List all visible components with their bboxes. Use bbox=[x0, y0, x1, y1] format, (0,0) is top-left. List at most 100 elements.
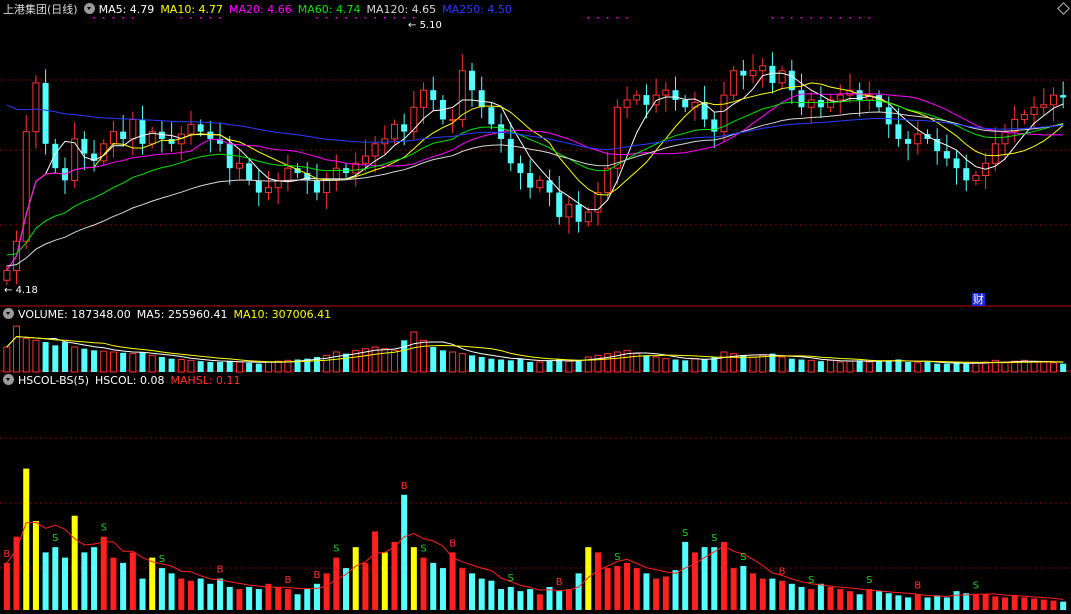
candle-body bbox=[527, 173, 534, 188]
indicator-panel[interactable]: B S S S B B B S B S B S B S S S S B S S B S bbox=[3, 468, 1067, 610]
volume-bar bbox=[953, 362, 960, 372]
volume-bar bbox=[672, 359, 679, 372]
volume-bar bbox=[905, 362, 912, 372]
candle-body bbox=[565, 204, 573, 218]
finance-badge[interactable]: 财 bbox=[972, 293, 985, 306]
volume-bar bbox=[81, 348, 88, 372]
candle-body bbox=[381, 138, 389, 145]
hscol-bar bbox=[1011, 595, 1018, 610]
candle-body bbox=[187, 123, 195, 135]
candle-body bbox=[1011, 118, 1019, 133]
hscol-bar bbox=[323, 573, 330, 610]
candle-body bbox=[701, 102, 708, 120]
settings-dropdown-icon[interactable] bbox=[83, 3, 95, 14]
volume-bar bbox=[430, 347, 437, 372]
volume-bar bbox=[120, 352, 127, 372]
indicator-dropdown-icon[interactable] bbox=[3, 374, 14, 385]
candle-body bbox=[313, 180, 320, 193]
hscol-bar bbox=[662, 576, 669, 610]
candle-body bbox=[139, 119, 146, 144]
ma-line bbox=[6, 104, 1064, 151]
chart-title: 上港集团(日线) bbox=[3, 3, 78, 16]
volume-dropdown-icon[interactable] bbox=[3, 308, 14, 319]
signal-dot bbox=[219, 17, 221, 19]
volume-bar bbox=[652, 356, 660, 373]
candle-body bbox=[643, 95, 650, 105]
candle-body bbox=[168, 138, 175, 144]
hscol-bar bbox=[246, 586, 253, 610]
hscol-bar bbox=[52, 547, 59, 610]
buy-marker: B bbox=[3, 549, 10, 560]
grid-lines bbox=[0, 79, 1071, 569]
candle-body bbox=[740, 70, 747, 76]
volume-bar bbox=[963, 363, 970, 372]
hscol-bar bbox=[924, 597, 931, 610]
candle-body bbox=[584, 211, 592, 223]
candle-body bbox=[536, 179, 544, 189]
candle-body bbox=[769, 65, 776, 83]
signal-dot bbox=[199, 17, 202, 19]
hscol-bar bbox=[391, 541, 398, 610]
volume-bar bbox=[759, 354, 767, 373]
candle-body bbox=[246, 163, 253, 181]
hscol-bar bbox=[837, 589, 844, 610]
hscol-bar bbox=[139, 578, 146, 610]
signal-dot bbox=[606, 17, 609, 19]
volume-bar bbox=[158, 357, 165, 372]
hscol-bar bbox=[1021, 597, 1028, 610]
ma-line bbox=[6, 82, 1064, 271]
candle-body bbox=[488, 107, 495, 125]
hscol-bar bbox=[275, 586, 282, 610]
hscol-bar bbox=[565, 589, 572, 610]
candle-body bbox=[895, 124, 902, 139]
price-panel[interactable] bbox=[3, 17, 1067, 286]
volume-bar bbox=[100, 350, 108, 373]
volume-bar bbox=[682, 360, 689, 372]
candle-body bbox=[623, 99, 631, 108]
candle-body bbox=[662, 89, 670, 96]
hscol-bar bbox=[914, 594, 921, 610]
volume-bar bbox=[798, 359, 805, 372]
candle-body bbox=[836, 94, 844, 101]
hscol-bar bbox=[187, 580, 194, 610]
ma-legend-item: MA60: 4.74 bbox=[297, 3, 361, 16]
hscol-bar bbox=[788, 583, 795, 610]
signal-dot bbox=[209, 17, 212, 19]
hscol-bar bbox=[333, 557, 340, 610]
volume-bar bbox=[410, 331, 418, 373]
candle-body bbox=[963, 168, 970, 181]
volume-bar bbox=[71, 346, 79, 373]
candle-body bbox=[1020, 114, 1028, 120]
signal-dot bbox=[791, 17, 793, 19]
signal-dot bbox=[626, 17, 628, 19]
hscol-bar bbox=[469, 573, 476, 610]
candle-body bbox=[207, 131, 214, 139]
signal-dot bbox=[112, 17, 115, 19]
hscol-bar bbox=[730, 568, 737, 610]
volume-panel[interactable] bbox=[3, 325, 1067, 373]
volume-bar bbox=[527, 362, 534, 372]
volume-bar bbox=[556, 359, 563, 372]
sell-marker: S bbox=[682, 528, 688, 539]
volume-bar bbox=[807, 359, 815, 373]
indicator-header: HSCOL-BS(5) HSCOL: 0.08 MAHSL: 0.11 bbox=[3, 374, 247, 388]
buy-marker: B bbox=[556, 577, 563, 588]
hscol-bar bbox=[624, 562, 631, 610]
kline-chart[interactable]: B S S S B B B S B S B S B S S S S B S S B S bbox=[0, 0, 1071, 614]
volume-bar bbox=[895, 359, 902, 372]
hscol-bar bbox=[604, 568, 611, 610]
hscol-bar bbox=[439, 568, 446, 610]
hscol-bar bbox=[585, 547, 592, 610]
candle-body bbox=[449, 118, 457, 121]
volume-bar bbox=[594, 354, 602, 373]
signal-dot bbox=[616, 17, 619, 19]
signal-dot bbox=[364, 17, 367, 19]
candle-body bbox=[556, 192, 563, 217]
candle-body bbox=[1030, 106, 1038, 116]
buy-marker: B bbox=[401, 481, 408, 492]
candle-body bbox=[730, 70, 738, 96]
volume-header: VOLUME: 187348.00 MA5: 255960.41 MA10: 307… bbox=[3, 308, 337, 322]
price-header: 上港集团(日线) MA5: 4.79 MA10: 4.77 MA20: 4.66 MA6… bbox=[3, 3, 524, 17]
hscol-bar bbox=[430, 562, 437, 610]
hscol-bar bbox=[594, 552, 601, 610]
